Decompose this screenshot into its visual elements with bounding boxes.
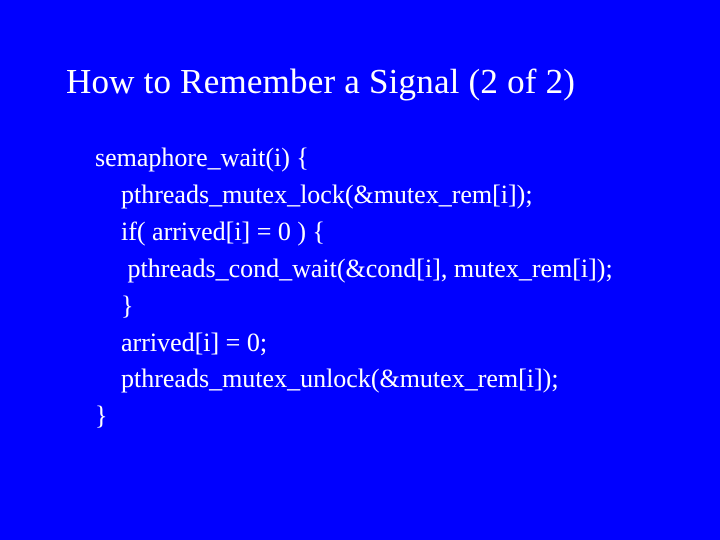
code-line: arrived[i] = 0; [95, 328, 267, 357]
slide-title: How to Remember a Signal (2 of 2) [0, 0, 720, 102]
slide-body: semaphore_wait(i) { pthreads_mutex_lock(… [0, 102, 720, 435]
code-line: } [95, 291, 133, 320]
code-line: pthreads_mutex_unlock(&mutex_rem[i]); [95, 364, 559, 393]
code-line: pthreads_cond_wait(&cond[i], mutex_rem[i… [95, 254, 613, 283]
code-line: } [95, 401, 107, 430]
code-line: semaphore_wait(i) { [95, 143, 309, 172]
slide: How to Remember a Signal (2 of 2) semaph… [0, 0, 720, 540]
code-line: if( arrived[i] = 0 ) { [95, 217, 325, 246]
code-line: pthreads_mutex_lock(&mutex_rem[i]); [95, 180, 533, 209]
